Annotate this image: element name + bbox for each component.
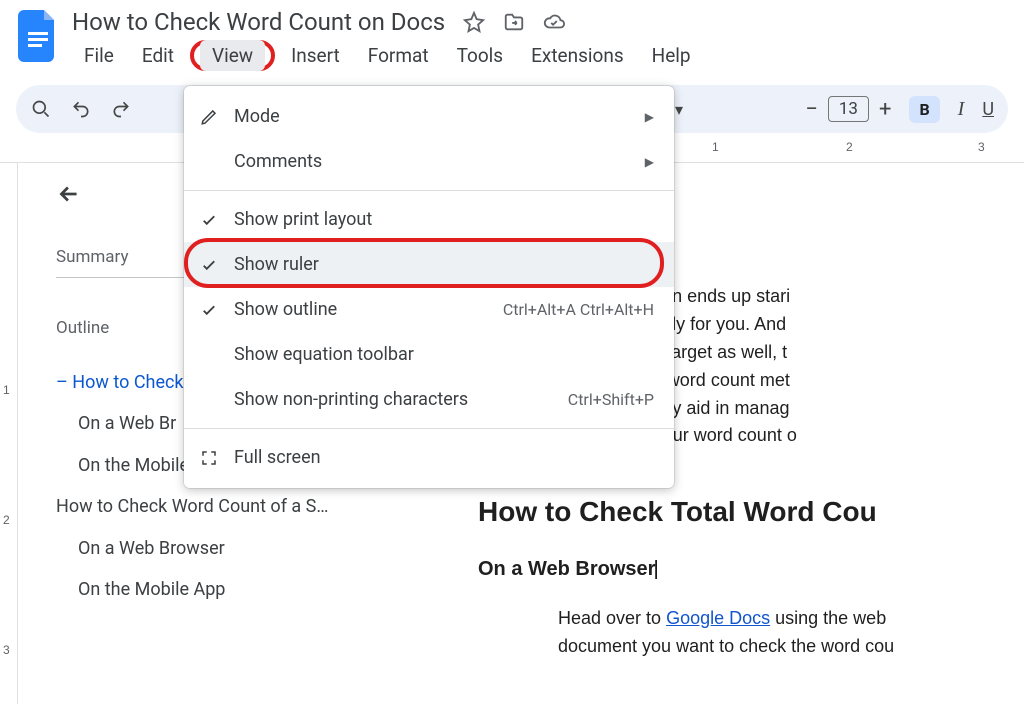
submenu-arrow-icon: ▶ [645, 110, 654, 124]
menu-item-full-screen[interactable]: Full screen [184, 435, 674, 480]
menu-format[interactable]: Format [356, 40, 441, 71]
menu-tools[interactable]: Tools [445, 40, 516, 71]
menubar: FileEditViewInsertFormatToolsExtensionsH… [72, 40, 1008, 71]
italic-button[interactable]: I [958, 98, 965, 121]
view-menu-dropdown: Mode ▶ Comments ▶ Show print layout Show rule… [184, 86, 674, 488]
menu-item-label: Show outline [234, 299, 337, 320]
menu-extensions[interactable]: Extensions [519, 40, 636, 71]
pencil-icon [198, 108, 220, 126]
menu-file[interactable]: File [72, 40, 126, 71]
doc-heading-2[interactable]: How to Check Total Word Cou [478, 490, 1024, 533]
menu-item-label: Show print layout [234, 209, 372, 230]
document-title[interactable]: How to Check Word Count on Docs [72, 8, 445, 36]
menu-item-label: Show non-printing characters [234, 389, 468, 410]
check-icon [198, 301, 220, 319]
font-size-group: − 13 + [805, 96, 891, 122]
fullscreen-icon [198, 449, 220, 467]
doc-heading-3[interactable]: On a Web Browser [478, 554, 1024, 585]
menu-item-label: Full screen [234, 447, 321, 468]
star-icon[interactable] [463, 11, 485, 33]
move-icon[interactable] [503, 11, 525, 33]
underline-button[interactable]: U [982, 99, 994, 120]
menu-help[interactable]: Help [640, 40, 703, 71]
menu-item-mode[interactable]: Mode ▶ [184, 94, 674, 139]
undo-icon[interactable] [70, 98, 92, 120]
menu-item-label: Show equation toolbar [234, 344, 414, 365]
menu-item-label: Show ruler [234, 254, 319, 275]
menu-item-show-non-printing-characters[interactable]: Show non-printing characters Ctrl+Shift+P [184, 377, 674, 422]
font-size-input[interactable]: 13 [828, 96, 869, 122]
outline-item[interactable]: On the Mobile App [56, 569, 398, 610]
menu-item-show-outline[interactable]: Show outline Ctrl+Alt+A Ctrl+Alt+H [184, 287, 674, 332]
decrease-font-icon[interactable]: − [805, 97, 818, 122]
redo-icon[interactable] [110, 98, 132, 120]
menu-item-label: Mode [234, 106, 280, 127]
menu-item-show-equation-toolbar[interactable]: Show equation toolbar [184, 332, 674, 377]
menu-item-comments[interactable]: Comments ▶ [184, 139, 674, 184]
outline-item[interactable]: How to Check Word Count of a S… [56, 486, 398, 527]
cloud-status-icon[interactable] [543, 11, 565, 33]
summary-divider [56, 277, 186, 278]
menu-item-show-print-layout[interactable]: Show print layout [184, 197, 674, 242]
search-icon[interactable] [30, 98, 52, 120]
outline-item[interactable]: On a Web Browser [56, 528, 398, 569]
increase-font-icon[interactable]: + [879, 97, 891, 122]
menu-insert[interactable]: Insert [279, 40, 352, 71]
link-google-docs[interactable]: Google Docs [666, 608, 770, 628]
check-icon [198, 256, 220, 274]
menu-edit[interactable]: Edit [130, 40, 186, 71]
vertical-ruler[interactable]: 1 2 3 [0, 163, 18, 704]
menu-shortcut: Ctrl+Shift+P [568, 390, 654, 409]
docs-app-icon[interactable] [16, 8, 60, 64]
bold-button[interactable]: B [909, 96, 939, 123]
doc-bullet[interactable]: Head over to Google Docs using the web d… [558, 605, 1024, 661]
submenu-arrow-icon: ▶ [645, 155, 654, 169]
check-icon [198, 211, 220, 229]
menu-item-show-ruler[interactable]: Show ruler [184, 242, 674, 287]
header: How to Check Word Count on Docs FileEdit… [0, 0, 1024, 71]
menu-item-label: Comments [234, 151, 322, 172]
menu-shortcut: Ctrl+Alt+A Ctrl+Alt+H [503, 300, 654, 319]
